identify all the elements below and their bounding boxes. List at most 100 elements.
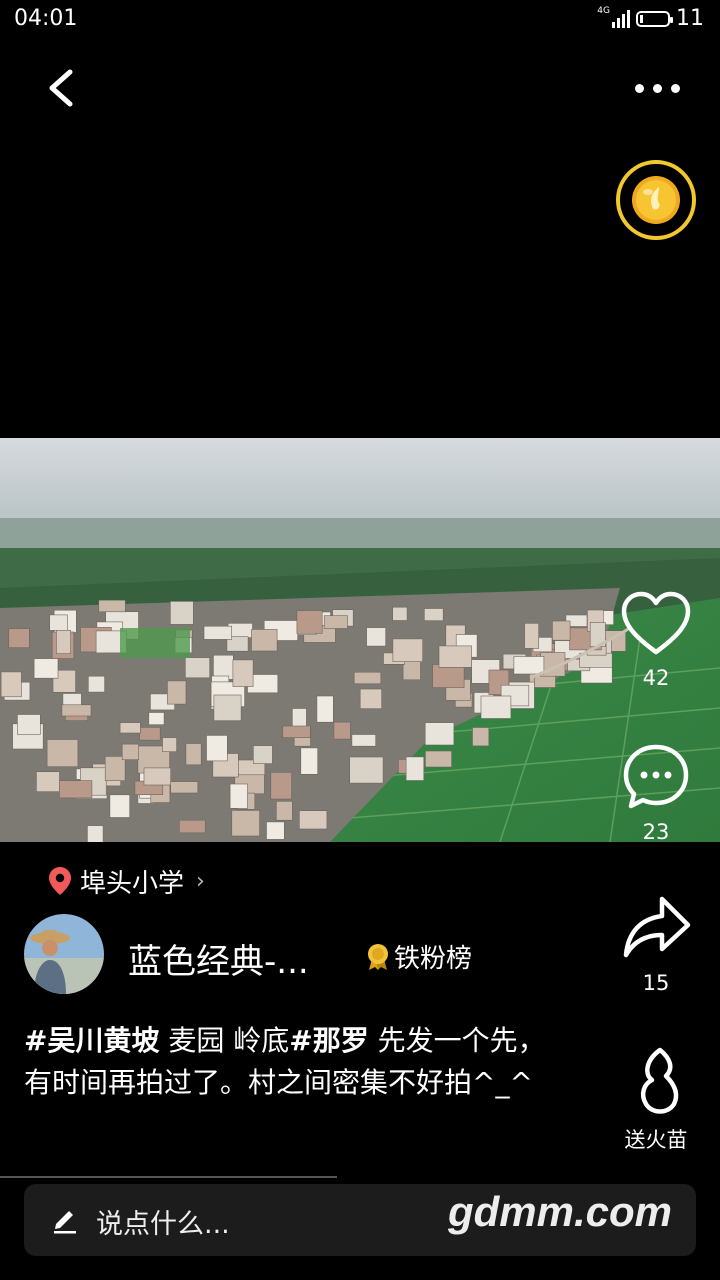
post-caption: #吴川黄坡 麦园 岭底#那罗 先发一个先，有时间再拍过了。村之间密集不好拍^_^ xyxy=(24,1020,554,1104)
house-shape xyxy=(349,756,384,784)
more-icon-dot xyxy=(670,83,680,93)
house-shape xyxy=(170,601,194,625)
location-name: 埠头小学 xyxy=(80,868,185,899)
fans-badge-label: 铁粉榜 xyxy=(394,944,473,974)
house-shape xyxy=(33,658,59,679)
share-icon xyxy=(623,896,691,958)
video-progress-bar[interactable] xyxy=(0,1176,337,1178)
house-shape xyxy=(282,725,311,738)
house-shape xyxy=(109,794,131,818)
hashtag-link[interactable]: #那罗 xyxy=(289,1024,368,1057)
house-shape xyxy=(229,783,248,809)
signal-icon xyxy=(612,9,630,28)
medal-icon xyxy=(368,943,388,970)
house-shape xyxy=(143,767,172,786)
house-shape xyxy=(351,734,376,747)
house-shape xyxy=(524,623,539,649)
house-shape xyxy=(316,695,334,723)
house-shape xyxy=(121,743,139,761)
house-shape xyxy=(162,737,177,753)
battery-icon xyxy=(636,10,673,27)
comment-icon xyxy=(623,744,689,809)
status-indicators: 4G 11 xyxy=(597,5,704,32)
comment-placeholder: 说点什么... xyxy=(96,1209,230,1240)
house-shape xyxy=(275,800,293,821)
house-shape xyxy=(300,747,318,775)
fans-ranking-link[interactable]: 铁粉榜 xyxy=(366,938,472,975)
house-shape xyxy=(0,671,22,698)
house-shape xyxy=(296,610,323,634)
battery-fill xyxy=(640,14,643,23)
author-avatar[interactable] xyxy=(24,914,104,994)
coin-button[interactable] xyxy=(615,159,697,241)
house-shape xyxy=(167,680,187,705)
house-shape xyxy=(251,629,278,652)
house-shape xyxy=(185,743,202,766)
house-shape xyxy=(480,695,512,719)
coin-icon xyxy=(616,160,696,240)
back-icon xyxy=(49,69,73,107)
house-shape xyxy=(98,599,126,613)
share-action[interactable]: 15 xyxy=(611,893,701,995)
hashtag-link[interactable]: #吴川黄坡 xyxy=(24,1024,159,1057)
house-shape xyxy=(139,726,161,741)
house-shape xyxy=(49,614,68,631)
house-shape xyxy=(206,735,228,762)
network-type: 4G xyxy=(597,5,610,16)
avatar-image xyxy=(24,914,104,994)
house-shape xyxy=(405,756,425,781)
house-shape xyxy=(36,771,60,793)
house-shape xyxy=(46,739,79,768)
house-shape xyxy=(432,664,465,688)
house-shape xyxy=(323,615,348,629)
house-shape xyxy=(270,771,292,800)
house-shape xyxy=(353,671,382,685)
house-shape xyxy=(359,688,383,710)
house-shape xyxy=(438,645,472,668)
house-shape xyxy=(119,722,141,734)
house-shape xyxy=(88,675,105,693)
house-shape xyxy=(231,810,260,837)
share-count: 15 xyxy=(642,971,670,995)
house-shape xyxy=(253,745,273,764)
more-button[interactable] xyxy=(622,68,692,108)
house-shape xyxy=(392,606,408,621)
gift-flame-action[interactable]: 送火苗 xyxy=(611,1044,701,1154)
more-icon-dot xyxy=(634,83,644,93)
watermark: gdmm.com xyxy=(448,1188,673,1235)
house-shape xyxy=(266,821,285,840)
caption-text: 麦园 岭底 xyxy=(159,1024,290,1057)
pencil-icon xyxy=(54,1211,76,1234)
house-shape xyxy=(423,608,444,621)
house-shape xyxy=(104,756,126,781)
location-pin-icon xyxy=(49,867,71,895)
like-action[interactable]: 42 xyxy=(611,590,701,690)
house-shape xyxy=(392,638,423,662)
house-shape xyxy=(425,750,452,768)
heart-icon xyxy=(621,591,691,655)
house-shape xyxy=(424,722,455,746)
house-shape xyxy=(17,714,41,735)
author-name[interactable]: 蓝色经典-... xyxy=(128,934,309,983)
house-shape xyxy=(472,727,490,747)
house-shape xyxy=(179,819,206,834)
house-shape xyxy=(56,630,72,655)
gift-label: 送火苗 xyxy=(624,1128,688,1152)
house-shape xyxy=(513,656,545,675)
house-shape xyxy=(213,694,242,722)
status-bar: 04:01 4G 11 xyxy=(0,0,720,40)
house-shape xyxy=(232,659,254,687)
house-shape xyxy=(366,627,387,647)
house-shape xyxy=(59,780,93,799)
house-shape xyxy=(185,657,211,679)
back-button[interactable] xyxy=(38,60,88,116)
flame-icon xyxy=(640,1047,679,1114)
comment-action[interactable]: 23 xyxy=(611,742,701,844)
location-link[interactable]: 埠头小学 › xyxy=(48,864,205,899)
house-shape xyxy=(552,620,571,641)
battery-level: 11 xyxy=(676,6,704,31)
house-shape xyxy=(203,625,233,640)
house-shape xyxy=(170,781,199,794)
house-shape xyxy=(8,628,30,649)
like-count: 42 xyxy=(642,666,670,690)
